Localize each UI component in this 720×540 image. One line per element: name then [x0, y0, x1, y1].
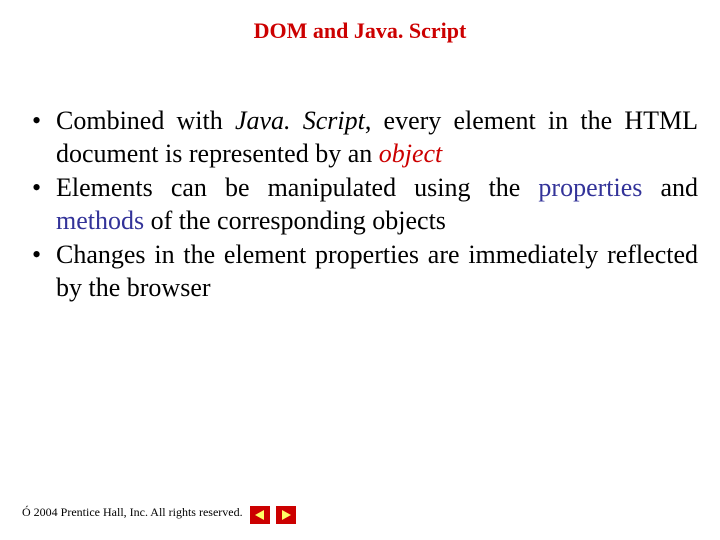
triangle-right-icon: [280, 509, 292, 521]
bullet-text: Changes in the element properties are im…: [56, 240, 698, 302]
bullet-text: of the corresponding objects: [144, 206, 446, 235]
bullet-item: Elements can be manipulated using the pr…: [26, 172, 698, 237]
bullet-keyword: methods: [56, 206, 144, 235]
bullet-keyword: properties: [538, 173, 642, 202]
slide-body: Combined with Java. Script, every elemen…: [26, 105, 698, 306]
copyright-symbol: Ó: [22, 505, 31, 520]
prev-button[interactable]: [250, 506, 270, 524]
bullet-item: Combined with Java. Script, every elemen…: [26, 105, 698, 170]
bullet-item: Changes in the element properties are im…: [26, 239, 698, 304]
slide-nav: [250, 506, 296, 524]
bullet-keyword: object: [379, 139, 443, 168]
slide: DOM and Java. Script Combined with Java.…: [0, 0, 720, 540]
bullet-text: Elements can be manipulated using the: [56, 173, 538, 202]
next-button[interactable]: [276, 506, 296, 524]
bullet-text: Combined with: [56, 106, 235, 135]
slide-title: DOM and Java. Script: [0, 18, 720, 44]
bullet-text: and: [642, 173, 698, 202]
bullet-emph: Java. Script: [235, 106, 365, 135]
footer: Ó 2004 Prentice Hall, Inc. All rights re…: [22, 505, 243, 520]
triangle-left-icon: [254, 509, 266, 521]
footer-text: 2004 Prentice Hall, Inc. All rights rese…: [34, 505, 243, 520]
